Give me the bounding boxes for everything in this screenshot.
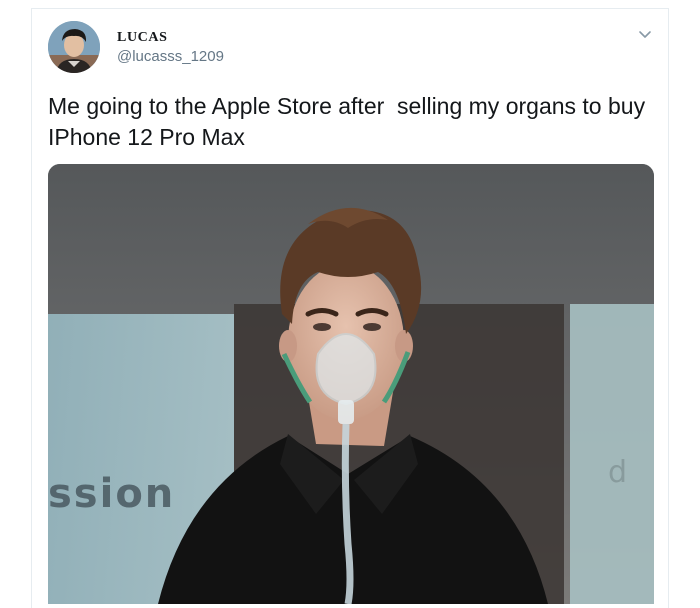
user-handle[interactable]: @lucasss_1209 (117, 48, 224, 65)
avatar-photo (48, 21, 100, 73)
tweet-card[interactable]: LUCAS @lucasss_1209 Me going to the Appl… (31, 8, 669, 608)
display-name[interactable]: LUCAS (117, 30, 167, 46)
svg-text:d: d (608, 455, 627, 490)
background-sign-text: ssion (48, 471, 175, 517)
avatar[interactable] (48, 21, 100, 73)
man-with-oxygen-mask-photo: ssion d (48, 164, 654, 604)
tweet-media-image[interactable]: ssion d (48, 164, 654, 604)
chevron-down-icon[interactable] (638, 27, 652, 41)
tweet-text: Me going to the Apple Store after sellin… (48, 93, 652, 150)
